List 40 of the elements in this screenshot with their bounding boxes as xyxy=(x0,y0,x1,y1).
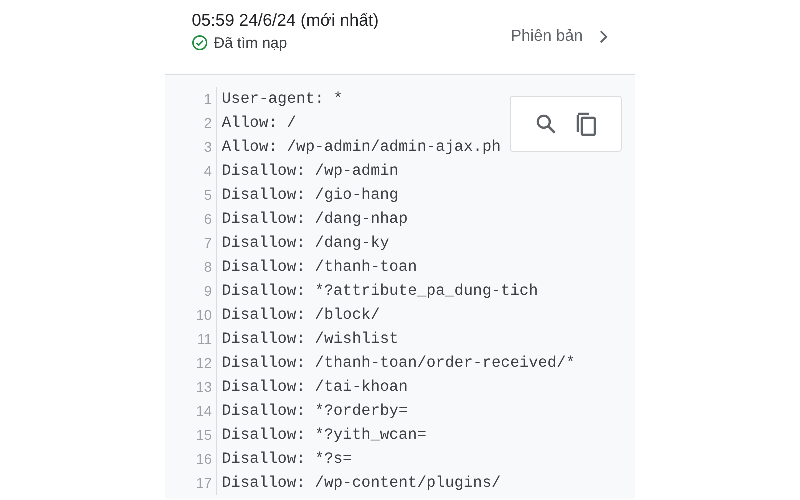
code-line: Disallow: /thanh-toan xyxy=(221,258,418,276)
copy-icon[interactable] xyxy=(575,111,597,137)
line-number: 10 xyxy=(165,303,217,327)
line-number: 17 xyxy=(165,471,217,495)
code-line: Disallow: *?yith_wcan= xyxy=(221,426,427,444)
code-line: User-agent: * xyxy=(221,90,343,108)
code-line: Allow: /wp-admin/admin-ajax.ph xyxy=(221,138,502,156)
line-number: 3 xyxy=(165,135,217,159)
search-icon[interactable] xyxy=(535,113,557,135)
line-number: 2 xyxy=(165,111,217,135)
line-number: 9 xyxy=(165,279,217,303)
code-line: Disallow: /dang-ky xyxy=(221,234,390,252)
code-line: Disallow: /dang-nhap xyxy=(221,210,408,228)
status-text: Đã tìm nạp xyxy=(214,34,288,52)
code-line: Disallow: /wp-admin xyxy=(221,162,399,180)
code-line: Disallow: /tai-khoan xyxy=(221,378,408,396)
code-line: Disallow: *?attribute_pa_dung-tich xyxy=(221,282,538,300)
code-line: Disallow: /wishlist xyxy=(221,330,399,348)
version-title: 05:59 24/6/24 (mới nhất) xyxy=(192,10,379,30)
line-number: 12 xyxy=(165,351,217,375)
line-number: 1 xyxy=(165,87,217,111)
code-line: Disallow: /gio-hang xyxy=(221,186,399,204)
code-line: Disallow: /block/ xyxy=(221,306,380,324)
line-number: 14 xyxy=(165,399,217,423)
line-number: 5 xyxy=(165,183,217,207)
line-number: 8 xyxy=(165,255,217,279)
line-number: 7 xyxy=(165,231,217,255)
line-number: 13 xyxy=(165,375,217,399)
line-number: 4 xyxy=(165,159,217,183)
line-number: 11 xyxy=(165,327,217,351)
code-line: Disallow: *?s= xyxy=(221,450,352,468)
line-number: 16 xyxy=(165,447,217,471)
code-line: Allow: / xyxy=(221,114,296,132)
code-line: Disallow: /thanh-toan/order-received/* xyxy=(221,354,576,372)
versions-link[interactable]: Phiên bản xyxy=(510,28,609,46)
line-number: 6 xyxy=(165,207,217,231)
line-number: 15 xyxy=(165,423,217,447)
code-line: Disallow: /wp-content/plugins/ xyxy=(221,474,502,492)
chevron-right-icon xyxy=(599,30,609,44)
code-line: Disallow: *?orderby= xyxy=(221,402,408,420)
